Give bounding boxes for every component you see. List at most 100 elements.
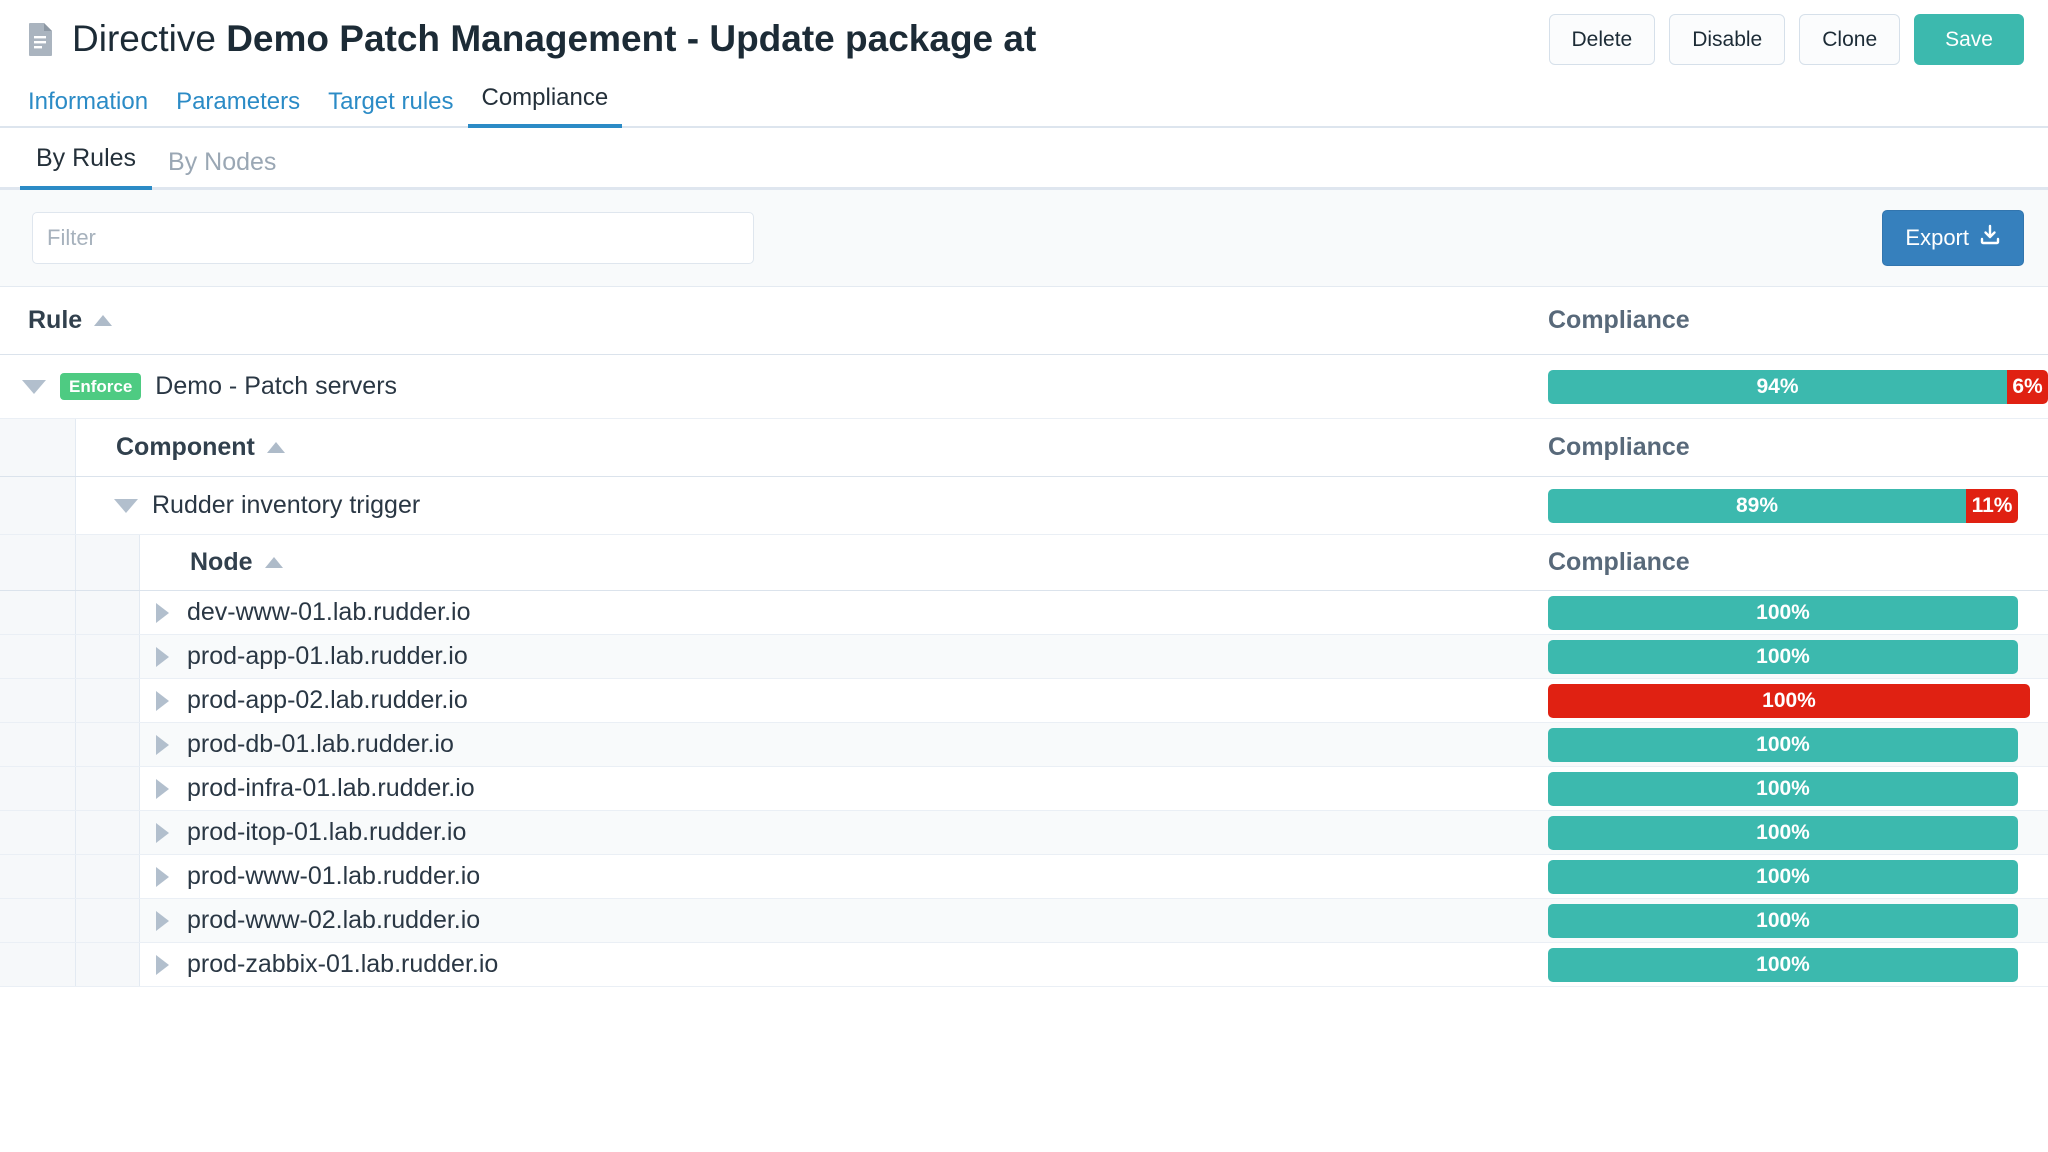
compliance-bar: 100% <box>1548 859 2018 894</box>
chevron-down-icon[interactable] <box>22 379 46 394</box>
indent-gutter-1 <box>0 477 76 534</box>
compliance-segment-ok: 100% <box>1548 903 2018 938</box>
page-header: Directive Demo Patch Management - Update… <box>0 0 2048 78</box>
compliance-segment-ok: 100% <box>1548 859 2018 894</box>
chevron-right-icon[interactable] <box>156 866 169 887</box>
indent-gutter-2 <box>76 723 140 766</box>
clone-button[interactable]: Clone <box>1799 13 1901 65</box>
tab-compliance[interactable]: Compliance <box>467 78 623 128</box>
rule-name: Demo - Patch servers <box>155 372 398 400</box>
subtab-by-nodes[interactable]: By Nodes <box>152 138 292 190</box>
node-compliance-cell: 100% <box>1548 639 2048 674</box>
compliance-bar: 100% <box>1548 639 2018 674</box>
node-name: prod-infra-01.lab.rudder.io <box>187 774 475 802</box>
compliance-bar: 100% <box>1548 727 2018 762</box>
filter-bar: Export <box>0 190 2048 287</box>
chevron-right-icon[interactable] <box>156 778 169 799</box>
node-name: prod-app-01.lab.rudder.io <box>187 642 468 670</box>
table-row[interactable]: prod-www-02.lab.rudder.io 100% <box>0 899 2048 943</box>
indent-gutter-2 <box>76 943 140 986</box>
chevron-right-icon[interactable] <box>156 646 169 667</box>
chevron-right-icon[interactable] <box>156 690 169 711</box>
node-row-left: dev-www-01.lab.rudder.io <box>140 598 470 627</box>
component-column-label: Component <box>116 433 255 461</box>
node-column-header[interactable]: Node <box>140 548 283 577</box>
rule-compliance-column-header: Compliance <box>1548 306 2048 335</box>
compliance-table: Rule Compliance Enforce Demo - Patch ser… <box>0 287 2048 987</box>
component-column-header[interactable]: Component <box>76 433 285 462</box>
rule-header-row: Rule Compliance <box>0 287 2048 355</box>
indent-gutter-1 <box>0 679 76 722</box>
node-rows: dev-www-01.lab.rudder.io 100% prod-app-01.… <box>0 591 2048 987</box>
node-compliance-cell: 100% <box>1548 683 2048 718</box>
indent-gutter-2 <box>76 899 140 942</box>
compliance-segment-ok: 100% <box>1548 815 2018 850</box>
table-row[interactable]: prod-infra-01.lab.rudder.io 100% <box>0 767 2048 811</box>
indent-gutter-1 <box>0 419 76 476</box>
table-row[interactable]: prod-itop-01.lab.rudder.io 100% <box>0 811 2048 855</box>
document-icon <box>28 22 54 56</box>
indent-gutter-2 <box>76 767 140 810</box>
node-column-label: Node <box>190 548 253 576</box>
search-input[interactable] <box>32 212 754 264</box>
compliance-segment-error: 11% <box>1966 488 2018 523</box>
component-row[interactable]: Rudder inventory trigger 89% 11% <box>0 477 2048 535</box>
chevron-right-icon[interactable] <box>156 734 169 755</box>
export-button-label: Export <box>1905 225 1969 250</box>
delete-button[interactable]: Delete <box>1548 13 1656 65</box>
indent-gutter-2 <box>76 679 140 722</box>
compliance-bar: 94% 6% <box>1548 369 2048 404</box>
chevron-right-icon[interactable] <box>156 822 169 843</box>
node-name: prod-www-01.lab.rudder.io <box>187 862 481 890</box>
node-row-left: prod-itop-01.lab.rudder.io <box>140 818 466 847</box>
rule-column-header[interactable]: Rule <box>0 306 113 335</box>
component-compliance-label: Compliance <box>1548 433 1690 461</box>
node-name: prod-app-02.lab.rudder.io <box>187 686 468 714</box>
rule-compliance-cell: 94% 6% <box>1548 369 2048 404</box>
indent-gutter-2 <box>76 591 140 634</box>
indent-gutter-1 <box>0 899 76 942</box>
component-compliance-cell: 89% 11% <box>1548 488 2048 523</box>
node-name: prod-www-02.lab.rudder.io <box>187 906 481 934</box>
export-button[interactable]: Export <box>1882 210 2024 266</box>
table-row[interactable]: prod-db-01.lab.rudder.io 100% <box>0 723 2048 767</box>
table-row[interactable]: dev-www-01.lab.rudder.io 100% <box>0 591 2048 635</box>
page-title: Directive Demo Patch Management - Update… <box>72 18 1036 60</box>
node-row-left: prod-www-02.lab.rudder.io <box>140 906 480 935</box>
save-button[interactable]: Save <box>1914 13 2024 65</box>
node-row-left: prod-infra-01.lab.rudder.io <box>140 774 475 803</box>
component-header-row: Component Compliance <box>0 419 2048 477</box>
tab-parameters[interactable]: Parameters <box>162 82 314 128</box>
node-compliance-cell: 100% <box>1548 859 2048 894</box>
compliance-segment-error: 100% <box>1548 683 2030 718</box>
chevron-down-icon[interactable] <box>114 498 138 513</box>
sort-asc-icon[interactable] <box>264 557 283 568</box>
compliance-bar: 100% <box>1548 815 2018 850</box>
subtab-by-rules[interactable]: By Rules <box>20 134 153 190</box>
table-row[interactable]: prod-app-02.lab.rudder.io 100% <box>0 679 2048 723</box>
compliance-segment-ok: 100% <box>1548 727 2018 762</box>
compliance-bar: 100% <box>1548 771 2018 806</box>
tab-information[interactable]: Information <box>28 82 162 128</box>
node-name: dev-www-01.lab.rudder.io <box>187 598 471 626</box>
rule-row[interactable]: Enforce Demo - Patch servers 94% 6% <box>0 355 2048 419</box>
node-name: prod-zabbix-01.lab.rudder.io <box>187 950 499 978</box>
sort-asc-icon[interactable] <box>266 442 285 453</box>
rule-column-label: Rule <box>28 306 83 334</box>
chevron-right-icon[interactable] <box>156 910 169 931</box>
chevron-right-icon[interactable] <box>156 602 169 623</box>
table-row[interactable]: prod-zabbix-01.lab.rudder.io 100% <box>0 943 2048 987</box>
sort-asc-icon[interactable] <box>94 315 113 326</box>
node-name: prod-itop-01.lab.rudder.io <box>187 818 467 846</box>
indent-gutter-1 <box>0 811 76 854</box>
table-row[interactable]: prod-www-01.lab.rudder.io 100% <box>0 855 2048 899</box>
indent-gutter-1 <box>0 535 76 590</box>
tab-target-rules[interactable]: Target rules <box>314 82 467 128</box>
chevron-right-icon[interactable] <box>156 954 169 975</box>
node-compliance-cell: 100% <box>1548 727 2048 762</box>
indent-gutter-1 <box>0 855 76 898</box>
table-row[interactable]: prod-app-01.lab.rudder.io 100% <box>0 635 2048 679</box>
component-name: Rudder inventory trigger <box>152 491 421 519</box>
disable-button[interactable]: Disable <box>1669 13 1786 65</box>
compliance-bar: 89% 11% <box>1548 488 2018 523</box>
